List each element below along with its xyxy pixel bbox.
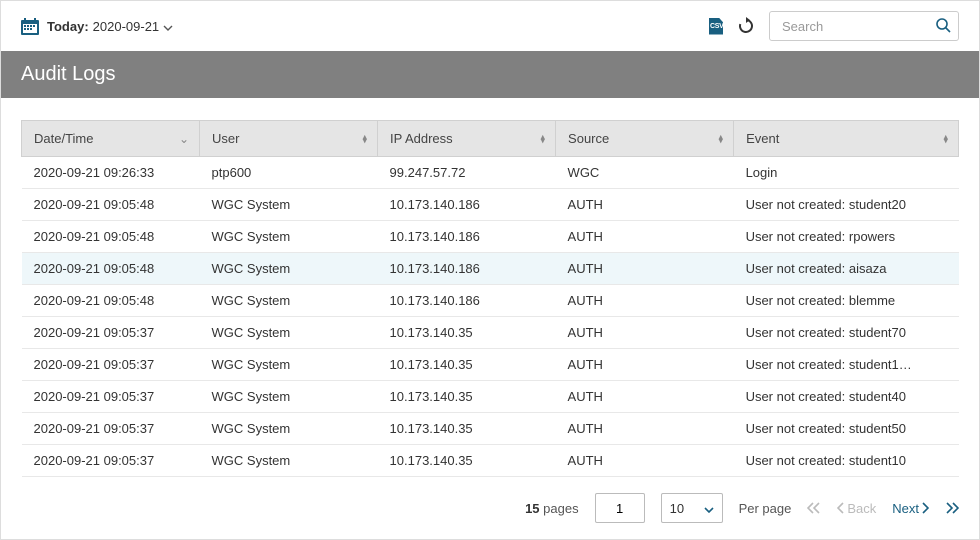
- chevron-down-icon: ⌄: [179, 133, 189, 145]
- cell-event: User not created: aisaza: [734, 253, 959, 285]
- search-icon[interactable]: [935, 17, 951, 36]
- cell-dt: 2020-09-21 09:05:37: [22, 381, 200, 413]
- col-datetime[interactable]: Date/Time⌄: [22, 121, 200, 157]
- cell-event: User not created: student70: [734, 317, 959, 349]
- sort-icon: ▴▾: [719, 134, 724, 143]
- col-event[interactable]: Event▴▾: [734, 121, 959, 157]
- cell-dt: 2020-09-21 09:05:37: [22, 349, 200, 381]
- cell-event: User not created: student50: [734, 413, 959, 445]
- cell-user: WGC System: [200, 253, 378, 285]
- cell-ip: 10.173.140.35: [378, 445, 556, 477]
- cell-source: WGC: [556, 157, 734, 189]
- calendar-icon[interactable]: [21, 18, 39, 35]
- table-row[interactable]: 2020-09-21 09:05:37WGC System10.173.140.…: [22, 317, 959, 349]
- cell-user: WGC System: [200, 381, 378, 413]
- table-row[interactable]: 2020-09-21 09:05:48WGC System10.173.140.…: [22, 189, 959, 221]
- table-row[interactable]: 2020-09-21 09:05:48WGC System10.173.140.…: [22, 253, 959, 285]
- cell-ip: 10.173.140.186: [378, 189, 556, 221]
- cell-user: ptp600: [200, 157, 378, 189]
- cell-source: AUTH: [556, 413, 734, 445]
- cell-event: Login: [734, 157, 959, 189]
- cell-source: AUTH: [556, 285, 734, 317]
- cell-ip: 10.173.140.35: [378, 413, 556, 445]
- sort-icon: ▴▾: [943, 134, 948, 143]
- cell-dt: 2020-09-21 09:05:37: [22, 413, 200, 445]
- page-title: Audit Logs: [1, 51, 979, 98]
- cell-user: WGC System: [200, 221, 378, 253]
- cell-user: WGC System: [200, 445, 378, 477]
- cell-source: AUTH: [556, 253, 734, 285]
- cell-ip: 10.173.140.186: [378, 221, 556, 253]
- cell-source: AUTH: [556, 445, 734, 477]
- cell-event: User not created: student1…: [734, 349, 959, 381]
- cell-dt: 2020-09-21 09:05:37: [22, 317, 200, 349]
- cell-ip: 10.173.140.35: [378, 381, 556, 413]
- cell-user: WGC System: [200, 189, 378, 221]
- cell-event: User not created: rpowers: [734, 221, 959, 253]
- cell-dt: 2020-09-21 09:05:48: [22, 189, 200, 221]
- cell-ip: 10.173.140.186: [378, 253, 556, 285]
- cell-dt: 2020-09-21 09:26:33: [22, 157, 200, 189]
- date-range-picker[interactable]: Today: 2020-09-21: [47, 19, 173, 34]
- chevron-down-icon: [163, 19, 173, 34]
- sort-icon: ▴▾: [363, 134, 368, 143]
- sort-icon: ▴▾: [541, 134, 546, 143]
- search-input[interactable]: [769, 11, 959, 41]
- table-row[interactable]: 2020-09-21 09:26:33ptp60099.247.57.72WGC…: [22, 157, 959, 189]
- chevron-double-right-icon: [945, 502, 959, 514]
- date-prefix: Today:: [47, 19, 89, 34]
- first-page-button[interactable]: [807, 502, 821, 514]
- cell-user: WGC System: [200, 285, 378, 317]
- table-row[interactable]: 2020-09-21 09:05:37WGC System10.173.140.…: [22, 445, 959, 477]
- chevron-down-icon: [704, 501, 714, 516]
- table-row[interactable]: 2020-09-21 09:05:37WGC System10.173.140.…: [22, 381, 959, 413]
- cell-user: WGC System: [200, 349, 378, 381]
- per-page-select[interactable]: 10: [661, 493, 723, 523]
- cell-dt: 2020-09-21 09:05:48: [22, 221, 200, 253]
- cell-ip: 10.173.140.186: [378, 285, 556, 317]
- chevron-right-icon: [921, 502, 929, 514]
- table-row[interactable]: 2020-09-21 09:05:48WGC System10.173.140.…: [22, 285, 959, 317]
- cell-source: AUTH: [556, 349, 734, 381]
- cell-dt: 2020-09-21 09:05:37: [22, 445, 200, 477]
- refresh-button[interactable]: [737, 17, 755, 35]
- last-page-button[interactable]: [945, 502, 959, 514]
- cell-dt: 2020-09-21 09:05:48: [22, 285, 200, 317]
- cell-source: AUTH: [556, 381, 734, 413]
- cell-event: User not created: blemme: [734, 285, 959, 317]
- audit-log-table: Date/Time⌄ User▴▾ IP Address▴▾ Source▴▾ …: [21, 120, 959, 477]
- page-count: 15 pages: [525, 501, 579, 516]
- page-input[interactable]: [595, 493, 645, 523]
- cell-event: User not created: student40: [734, 381, 959, 413]
- back-button[interactable]: Back: [837, 501, 876, 516]
- cell-source: AUTH: [556, 317, 734, 349]
- cell-ip: 10.173.140.35: [378, 349, 556, 381]
- cell-event: User not created: student10: [734, 445, 959, 477]
- chevron-left-icon: [837, 502, 845, 514]
- date-value: 2020-09-21: [93, 19, 160, 34]
- col-user[interactable]: User▴▾: [200, 121, 378, 157]
- col-ip[interactable]: IP Address▴▾: [378, 121, 556, 157]
- cell-ip: 10.173.140.35: [378, 317, 556, 349]
- table-row[interactable]: 2020-09-21 09:05:48WGC System10.173.140.…: [22, 221, 959, 253]
- export-csv-button[interactable]: CSV: [709, 18, 723, 35]
- cell-dt: 2020-09-21 09:05:48: [22, 253, 200, 285]
- chevron-double-left-icon: [807, 502, 821, 514]
- per-page-label: Per page: [739, 501, 792, 516]
- table-row[interactable]: 2020-09-21 09:05:37WGC System10.173.140.…: [22, 413, 959, 445]
- cell-user: WGC System: [200, 413, 378, 445]
- col-source[interactable]: Source▴▾: [556, 121, 734, 157]
- cell-ip: 99.247.57.72: [378, 157, 556, 189]
- cell-event: User not created: student20: [734, 189, 959, 221]
- cell-source: AUTH: [556, 189, 734, 221]
- cell-user: WGC System: [200, 317, 378, 349]
- table-row[interactable]: 2020-09-21 09:05:37WGC System10.173.140.…: [22, 349, 959, 381]
- next-button[interactable]: Next: [892, 501, 929, 516]
- cell-source: AUTH: [556, 221, 734, 253]
